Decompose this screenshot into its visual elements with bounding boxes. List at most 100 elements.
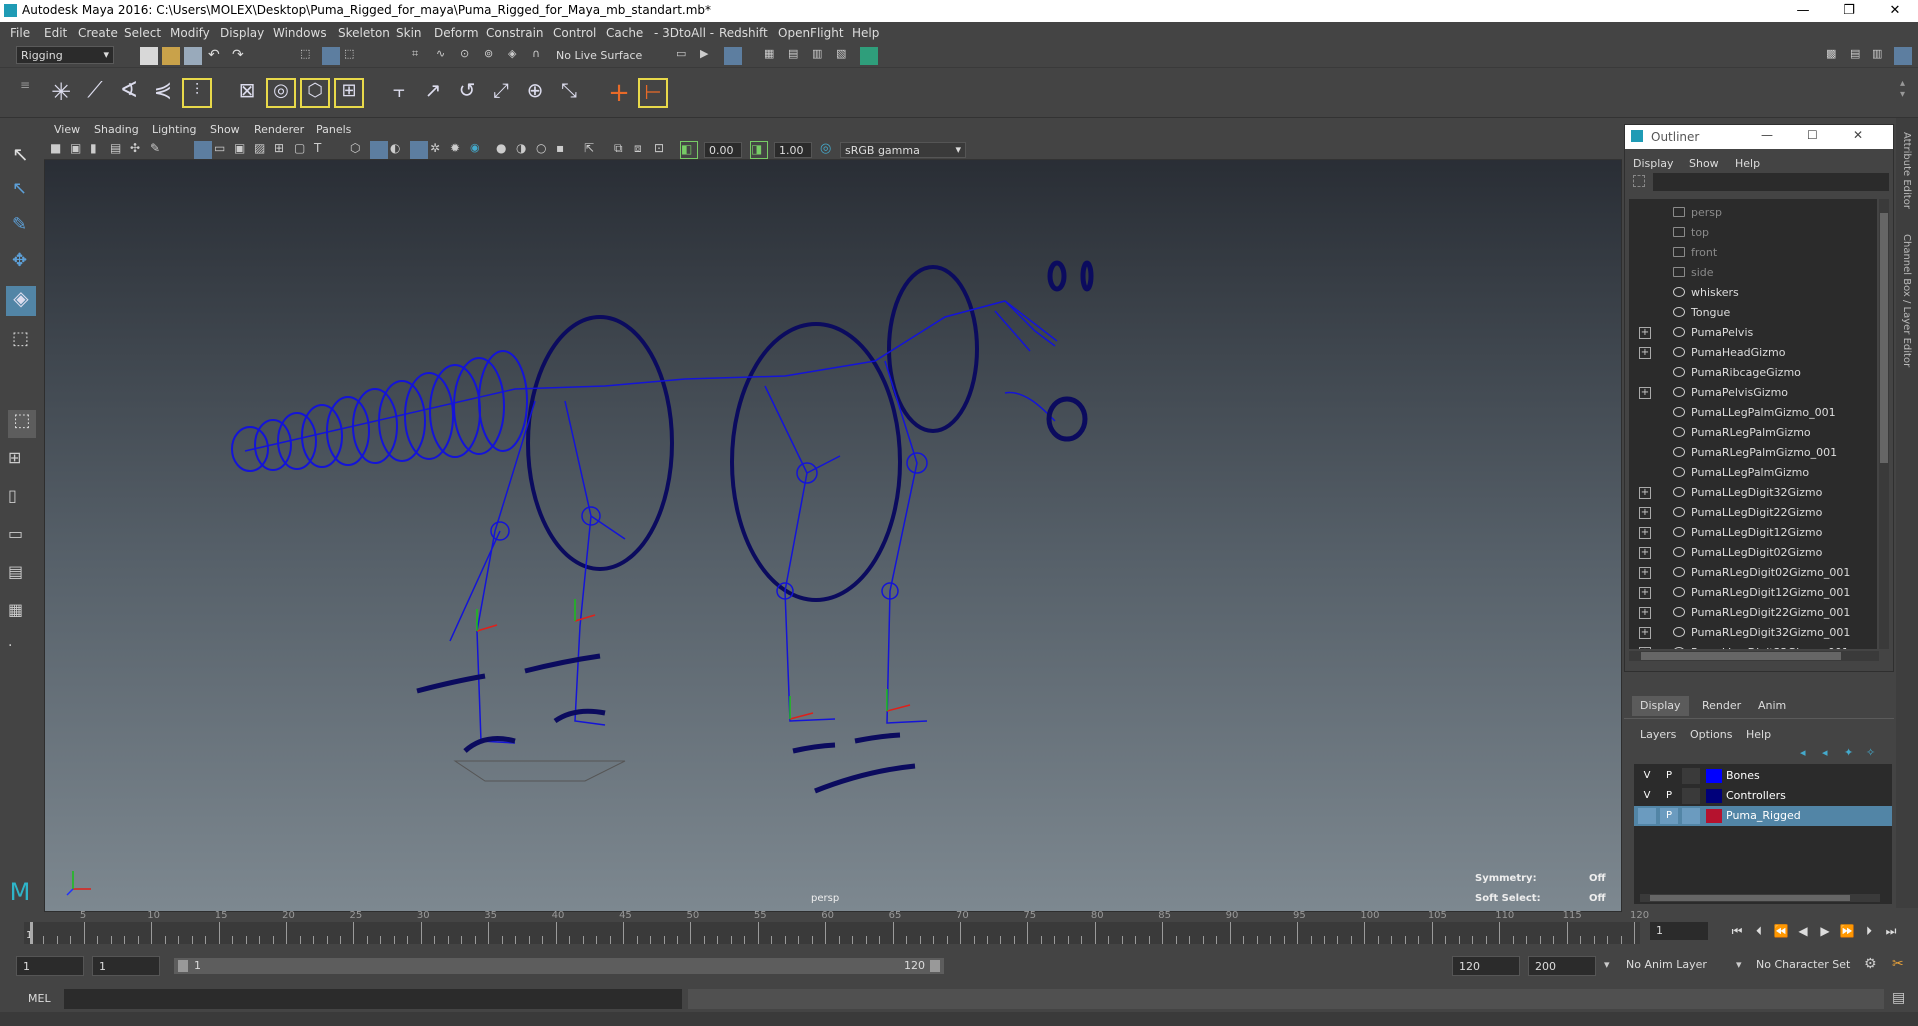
frame-selection-icon[interactable]: ⧈	[634, 141, 652, 159]
view-transform-dropdown[interactable]: sRGB gamma ▾	[840, 142, 966, 158]
layer-list[interactable]: V P Bones V P Controllers P Puma_Rigged	[1634, 764, 1892, 904]
render-current-icon[interactable]: ▶	[700, 47, 718, 65]
expand-icon[interactable]: +	[1639, 347, 1651, 359]
aim-constraint-icon[interactable]: ↗	[418, 78, 448, 108]
layer-visibility-toggle[interactable]	[1638, 808, 1656, 824]
expand-icon[interactable]: +	[1639, 487, 1651, 499]
tab-display[interactable]: Display	[1632, 696, 1689, 716]
script-language-toggle[interactable]: MEL	[28, 992, 51, 1005]
point-constraint-icon[interactable]: ⫟	[384, 78, 414, 108]
snap-curve-icon[interactable]: ∿	[436, 47, 454, 65]
ik-handle-icon[interactable]: ⟋	[80, 78, 110, 108]
menu-deform[interactable]: Deform	[434, 26, 479, 40]
save-scene-icon[interactable]	[184, 47, 202, 65]
scale-tool-icon[interactable]: ⬚	[12, 328, 30, 349]
shelf-menu-icon[interactable]: ≡	[20, 78, 30, 92]
range-slider-start-handle[interactable]	[178, 960, 188, 972]
new-layer-icon[interactable]: ✦	[1844, 746, 1853, 759]
outliner-item[interactable]: + PumaPelvis	[1629, 323, 1877, 343]
filter-icon[interactable]	[1633, 175, 1645, 187]
color-management-icon[interactable]: ◎	[820, 141, 838, 159]
menu-create[interactable]: Create	[78, 26, 118, 40]
outliner-item[interactable]: PumaRLegPalmGizmo_001	[1629, 443, 1877, 463]
shadows-icon[interactable]: ●	[496, 141, 514, 159]
render-view-icon[interactable]: ▥	[812, 47, 830, 65]
outliner-menu-show[interactable]: Show	[1689, 157, 1719, 170]
select-hierarchy-icon[interactable]: ⬚	[300, 47, 318, 65]
menu-set-dropdown[interactable]: Rigging ▾	[16, 46, 114, 64]
restore-button[interactable]: ❐	[1826, 0, 1872, 22]
default-material-icon[interactable]: ◐	[390, 141, 408, 159]
pole-vector-icon[interactable]: ⤡	[554, 78, 584, 108]
auto-key-icon[interactable]: ⚙	[1864, 956, 1877, 972]
snap-magnet-icon[interactable]: ∩	[532, 47, 550, 65]
hypershade-layout-icon[interactable]: ▦	[8, 600, 26, 619]
script-editor-icon[interactable]: ▤	[1892, 990, 1905, 1006]
cluster-icon[interactable]: ⊢	[638, 78, 668, 108]
outliner-item[interactable]: PumaLLegPalmGizmo	[1629, 463, 1877, 483]
step-back-key-icon[interactable]: ⏪	[1772, 922, 1790, 940]
undo-icon[interactable]: ↶	[208, 47, 226, 65]
single-perspective-layout-icon[interactable]: ⬚	[8, 410, 36, 438]
menu-3dtoall[interactable]: - 3DtoAll -	[654, 26, 714, 40]
xray-active-icon[interactable]: ◉	[470, 141, 488, 159]
minimize-button[interactable]: —	[1780, 0, 1826, 22]
parent-constraint-icon[interactable]: ⊕	[520, 78, 550, 108]
exposure-field[interactable]: 0.00	[704, 142, 742, 158]
input-history-icon[interactable]: ▭	[676, 47, 694, 65]
step-forward-frame-icon[interactable]: ⏵	[1860, 922, 1878, 940]
menu-skeleton[interactable]: Skeleton	[338, 26, 390, 40]
hud-icon[interactable]: ⊡	[654, 141, 672, 159]
time-slider-ruler[interactable]: 1 51015202530354045505560657075808590951…	[24, 910, 1649, 944]
new-scene-icon[interactable]	[140, 47, 158, 65]
joint-tool-icon[interactable]: ✳	[46, 78, 76, 108]
modeling-toolkit-icon[interactable]: ▩	[1826, 47, 1844, 65]
isolate-select-icon[interactable]: ⇱	[584, 141, 602, 159]
layers-menu-help[interactable]: Help	[1746, 728, 1771, 741]
render-sequence-icon[interactable]: ▧	[836, 47, 854, 65]
ambient-occlusion-icon[interactable]: ◑	[516, 141, 534, 159]
outliner-item[interactable]: + PumaRLegDigit32Gizmo_001	[1629, 623, 1877, 643]
menu-skin[interactable]: Skin	[396, 26, 422, 40]
step-back-frame-icon[interactable]: ⏴	[1750, 922, 1768, 940]
chevron-down-icon[interactable]: ▾	[1604, 958, 1610, 971]
outliner-maximize-icon[interactable]: ☐	[1807, 128, 1818, 142]
menu-file[interactable]: File	[10, 26, 30, 40]
expand-icon[interactable]: +	[1639, 547, 1651, 559]
menu-openflight[interactable]: OpenFlight	[778, 26, 844, 40]
scale-constraint-icon[interactable]: ⤢	[486, 78, 516, 108]
outliner-menu-help[interactable]: Help	[1735, 157, 1760, 170]
four-view-layout-icon[interactable]: ⊞	[8, 448, 26, 467]
new-layer-selected-icon[interactable]: ✧	[1866, 746, 1875, 759]
lasso-tool-icon[interactable]: ↖	[12, 178, 30, 199]
select-tool-icon[interactable]: ↖	[12, 142, 30, 166]
wireframe-on-shaded-icon[interactable]	[410, 141, 428, 159]
paint-select-icon[interactable]: ✎	[12, 214, 30, 235]
image-plane-icon[interactable]: ▤	[110, 141, 128, 159]
layer-color-swatch[interactable]	[1706, 809, 1722, 823]
outliner-menu-display[interactable]: Display	[1633, 157, 1674, 170]
current-time-indicator[interactable]	[30, 922, 33, 944]
layer-color-swatch[interactable]	[1706, 769, 1722, 783]
redshift-render-icon[interactable]	[860, 47, 878, 65]
panel-menu-panels[interactable]: Panels	[316, 123, 351, 136]
range-slider-end-handle[interactable]	[930, 960, 940, 972]
ik-spline-icon[interactable]: ∢	[114, 78, 144, 108]
outliner-item[interactable]: + PumaRLegDigit22Gizmo_001	[1629, 603, 1877, 623]
expand-icon[interactable]: +	[1639, 607, 1651, 619]
move-layer-up-icon[interactable]: ◂	[1800, 746, 1806, 759]
menu-control[interactable]: Control	[553, 26, 596, 40]
range-slider[interactable]: 1 120	[174, 958, 944, 974]
paint-weights-icon[interactable]: ◎	[266, 78, 296, 108]
field-chart-icon[interactable]: ⊞	[274, 141, 292, 159]
film-gate-icon[interactable]: ▭	[214, 141, 232, 159]
xray-icon[interactable]: ✲	[430, 141, 448, 159]
layer-row[interactable]: V P Bones	[1634, 766, 1892, 786]
menu-edit[interactable]: Edit	[44, 26, 67, 40]
outliner-item[interactable]: + PumaLLegDigit32Gizmo	[1629, 483, 1877, 503]
live-surface-label[interactable]: No Live Surface	[556, 49, 642, 62]
outliner-list[interactable]: persp top front side whiskers Tongue + PumaPelv…	[1629, 199, 1877, 649]
outliner-item[interactable]: + PumaRLegDigit12Gizmo_001	[1629, 583, 1877, 603]
anti-alias-icon[interactable]: ▪	[556, 141, 574, 159]
expand-icon[interactable]: +	[1639, 387, 1651, 399]
